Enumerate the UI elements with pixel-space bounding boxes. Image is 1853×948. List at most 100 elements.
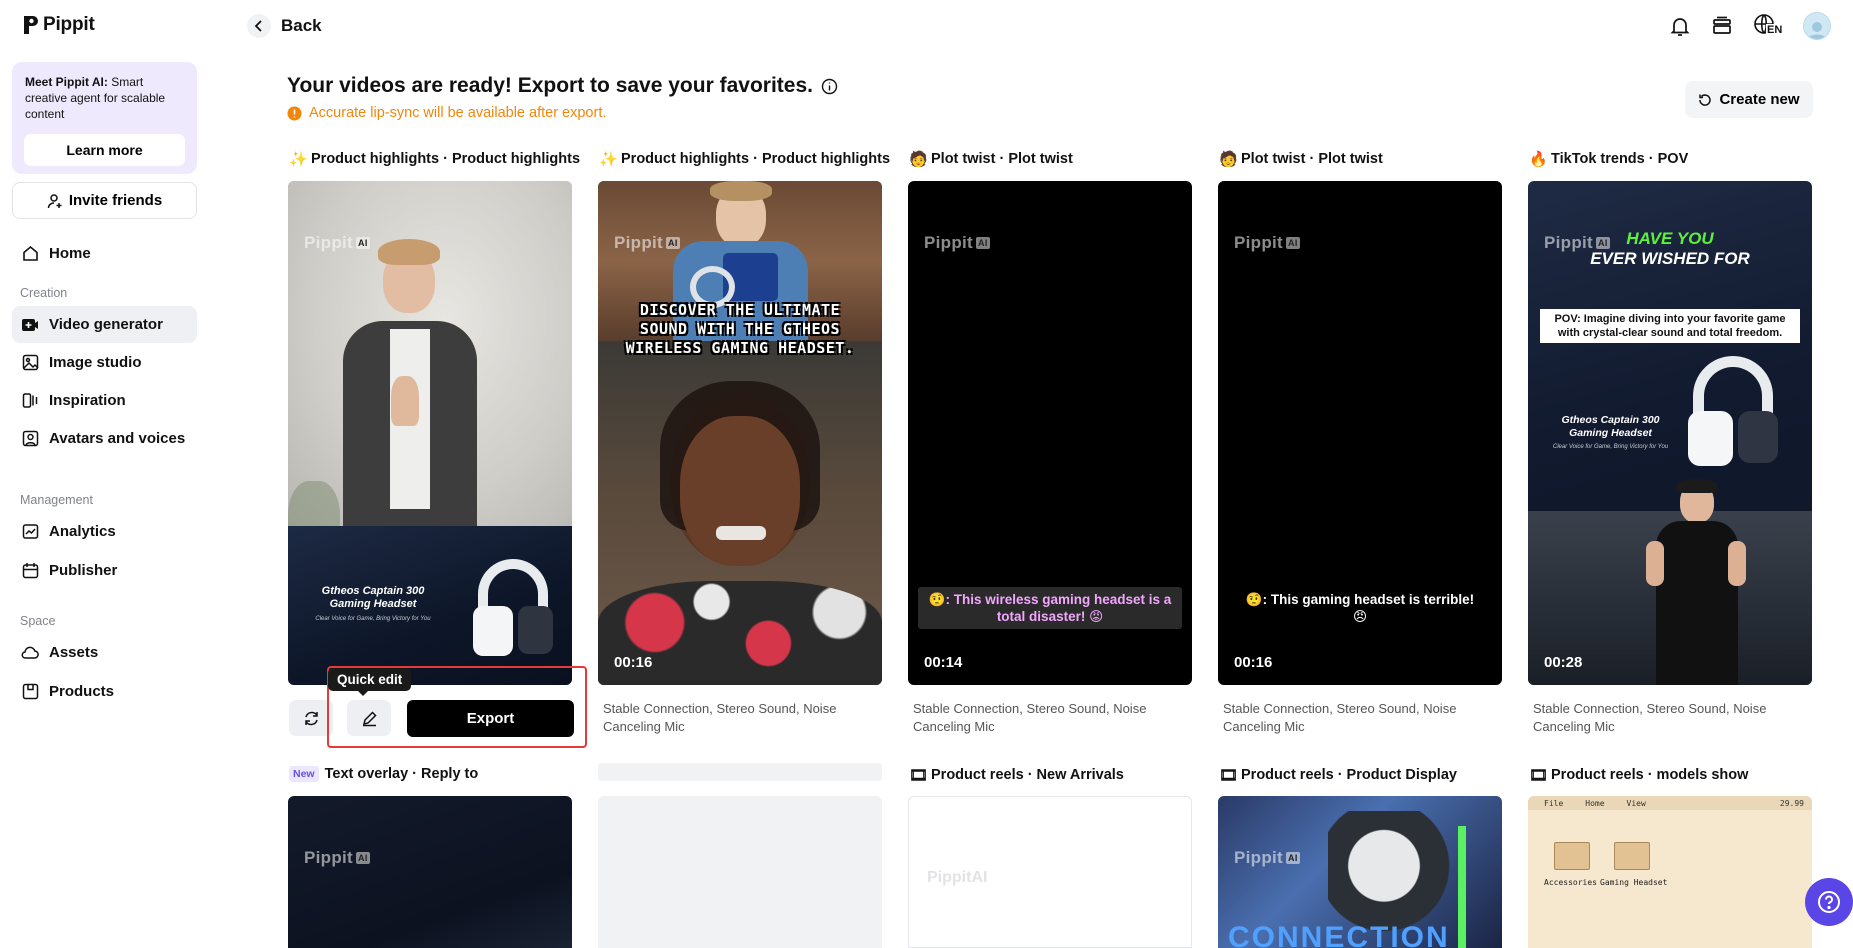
section-management: Management bbox=[20, 493, 93, 507]
app-logo[interactable]: Pippit bbox=[21, 14, 95, 36]
card-label: ✨ Product highlights · Product highlight… bbox=[599, 150, 890, 168]
bell-icon[interactable] bbox=[1669, 15, 1691, 37]
card-label: New Text overlay · Reply to bbox=[289, 766, 478, 782]
folder-icon bbox=[1554, 842, 1590, 870]
sidebar-item-video-generator[interactable]: Video generator bbox=[12, 306, 197, 343]
sidebar-item-home[interactable]: Home bbox=[12, 235, 197, 272]
video-duration: 00:16 bbox=[614, 654, 653, 671]
product-subtitle: Clear Voice for Game, Bring Victory for … bbox=[1552, 444, 1669, 450]
top-toolbar: EN bbox=[1669, 12, 1831, 40]
watermark: PippitAI bbox=[1544, 233, 1610, 252]
product-title: Gtheos Captain 300 Gaming Headset bbox=[321, 585, 425, 610]
help-button[interactable] bbox=[1805, 878, 1853, 926]
sidebar-item-avatars[interactable]: Avatars and voices bbox=[12, 420, 197, 457]
sidebar-item-publisher[interactable]: Publisher bbox=[12, 552, 197, 589]
inspiration-icon bbox=[21, 392, 39, 410]
video-duration: 00:16 bbox=[1234, 654, 1273, 671]
sidebar-item-label: Publisher bbox=[49, 562, 118, 579]
new-badge: New bbox=[289, 766, 319, 782]
folder-label: Gaming Headset bbox=[1600, 878, 1668, 887]
add-user-icon bbox=[47, 193, 62, 208]
info-icon[interactable] bbox=[821, 78, 838, 95]
promo-card: Meet Pippit AI: Smart creative agent for… bbox=[12, 62, 197, 174]
create-new-button[interactable]: Create new bbox=[1685, 81, 1813, 118]
sidebar-item-analytics[interactable]: Analytics bbox=[12, 513, 197, 550]
product-subtitle: Clear Voice for Game, Bring Victory for … bbox=[315, 616, 431, 622]
language-code: EN bbox=[1766, 24, 1784, 36]
card-label: 🧑 Plot twist · Plot twist bbox=[909, 150, 1073, 168]
video-description: Stable Connection, Stereo Sound, Noise C… bbox=[603, 701, 837, 734]
video-thumbnail[interactable]: HAVE YOU EVER WISHED FOR POV: Imagine di… bbox=[1528, 181, 1812, 685]
watermark: PippitAI bbox=[1234, 233, 1300, 252]
product-title: Gtheos Captain 300 Gaming Headset bbox=[1561, 414, 1660, 439]
video-thumbnail[interactable]: Pippit AI 🤨: This wireless gaming headset… bbox=[908, 181, 1192, 685]
video-description: Stable Connection, Stereo Sound, Noise C… bbox=[1223, 701, 1457, 734]
card-label-text: Product reels · New Arrivals bbox=[931, 767, 1124, 783]
card-label-text: Product highlights · Product highlights bbox=[621, 151, 891, 167]
card-label-text: Product reels · Product Display bbox=[1241, 767, 1457, 783]
video-thumbnail[interactable]: Pippit AI 🤨: This gaming headset is terri… bbox=[1218, 181, 1502, 685]
card-label: 🎞 Product reels · Product Display bbox=[1219, 766, 1457, 784]
watermark: PippitAI bbox=[304, 848, 370, 867]
sidebar-item-inspiration[interactable]: Inspiration bbox=[12, 382, 197, 419]
sidebar-item-label: Home bbox=[49, 245, 91, 262]
avatar-icon bbox=[21, 430, 39, 448]
card-label: 🔥 TikTok trends · POV bbox=[1529, 150, 1688, 168]
invite-friends-button[interactable]: Invite friends bbox=[12, 182, 197, 219]
back-button[interactable]: Back bbox=[247, 14, 322, 38]
regenerate-icon bbox=[304, 711, 318, 725]
layers-icon[interactable] bbox=[1711, 15, 1733, 37]
user-avatar[interactable] bbox=[1803, 12, 1831, 40]
folder-label: Accessories bbox=[1544, 878, 1597, 887]
video-duration: 00:28 bbox=[1544, 654, 1583, 671]
film-icon: 🎞 bbox=[1219, 767, 1239, 784]
card-label: 🧑 Plot twist · Plot twist bbox=[1219, 150, 1383, 168]
invite-label: Invite friends bbox=[68, 192, 163, 209]
card-label-text: Plot twist · Plot twist bbox=[931, 151, 1073, 167]
person-icon: 🧑 bbox=[909, 151, 928, 168]
fire-icon: 🔥 bbox=[1529, 151, 1548, 168]
language-icon[interactable]: EN bbox=[1753, 13, 1784, 39]
quick-edit-button[interactable] bbox=[347, 700, 391, 736]
app-name: Pippit bbox=[43, 14, 95, 35]
video-thumbnail[interactable]: File Home View 29.99 Accessories Gaming He… bbox=[1528, 796, 1812, 948]
video-duration: 00:14 bbox=[924, 654, 963, 671]
folder-icon bbox=[1614, 842, 1650, 870]
sidebar-item-products[interactable]: Products bbox=[12, 673, 197, 710]
learn-more-button[interactable]: Learn more bbox=[24, 134, 185, 166]
sidebar-item-image-studio[interactable]: Image studio bbox=[12, 344, 197, 381]
sparkle-icon: ✨ bbox=[599, 151, 618, 168]
sidebar-item-label: Video generator bbox=[49, 316, 163, 333]
create-new-label: Create new bbox=[1719, 91, 1800, 108]
sidebar-item-label: Image studio bbox=[49, 354, 142, 371]
card-label-text: Product highlights · Product highlights bbox=[311, 151, 581, 167]
warning-text: Accurate lip-sync will be available afte… bbox=[309, 105, 607, 121]
back-label: Back bbox=[281, 16, 322, 35]
page-title-text: Your videos are ready! Export to save yo… bbox=[287, 74, 813, 97]
watermark: PippitAI bbox=[1234, 848, 1300, 867]
sparkle-icon: ✨ bbox=[289, 151, 308, 168]
watermark: PippitAI bbox=[614, 233, 680, 252]
calendar-icon bbox=[21, 562, 39, 580]
page-title: Your videos are ready! Export to save yo… bbox=[287, 74, 838, 98]
video-thumbnail[interactable]: PippitAI bbox=[288, 796, 572, 948]
section-creation: Creation bbox=[20, 286, 68, 300]
card-label-text: Product reels · models show bbox=[1551, 767, 1749, 783]
film-icon: 🎞 bbox=[1529, 767, 1549, 784]
video-thumbnail-loading bbox=[598, 796, 882, 948]
video-thumbnail[interactable]: PippitAI bbox=[908, 796, 1192, 948]
loading-label-placeholder bbox=[598, 763, 882, 781]
export-button[interactable]: Export bbox=[407, 700, 574, 737]
video-subtitle: 🤨: This wireless gaming headset is a tot… bbox=[918, 587, 1182, 629]
video-subtitle: 🤨: This gaming headset is terrible! 😠 bbox=[1245, 592, 1475, 624]
card-label: 🎞 Product reels · New Arrivals bbox=[909, 766, 1124, 784]
video-description: Stable Connection, Stereo Sound, Noise C… bbox=[913, 701, 1147, 734]
sidebar-item-label: Inspiration bbox=[49, 392, 126, 409]
video-description: Stable Connection, Stereo Sound, Noise C… bbox=[1533, 701, 1767, 734]
video-thumbnail[interactable]: DISCOVER THE ULTIMATE SOUND WITH THE GTH… bbox=[598, 181, 882, 685]
video-thumbnail[interactable]: Gtheos Captain 300 Gaming Headset Clear … bbox=[288, 181, 572, 685]
video-thumbnail[interactable]: CONNECTION Pippit AI bbox=[1218, 796, 1502, 948]
sidebar-item-assets[interactable]: Assets bbox=[12, 634, 197, 671]
retro-menu-bar: File Home View 29.99 bbox=[1528, 796, 1812, 810]
video-overlay-text: CONNECTION bbox=[1228, 921, 1450, 948]
